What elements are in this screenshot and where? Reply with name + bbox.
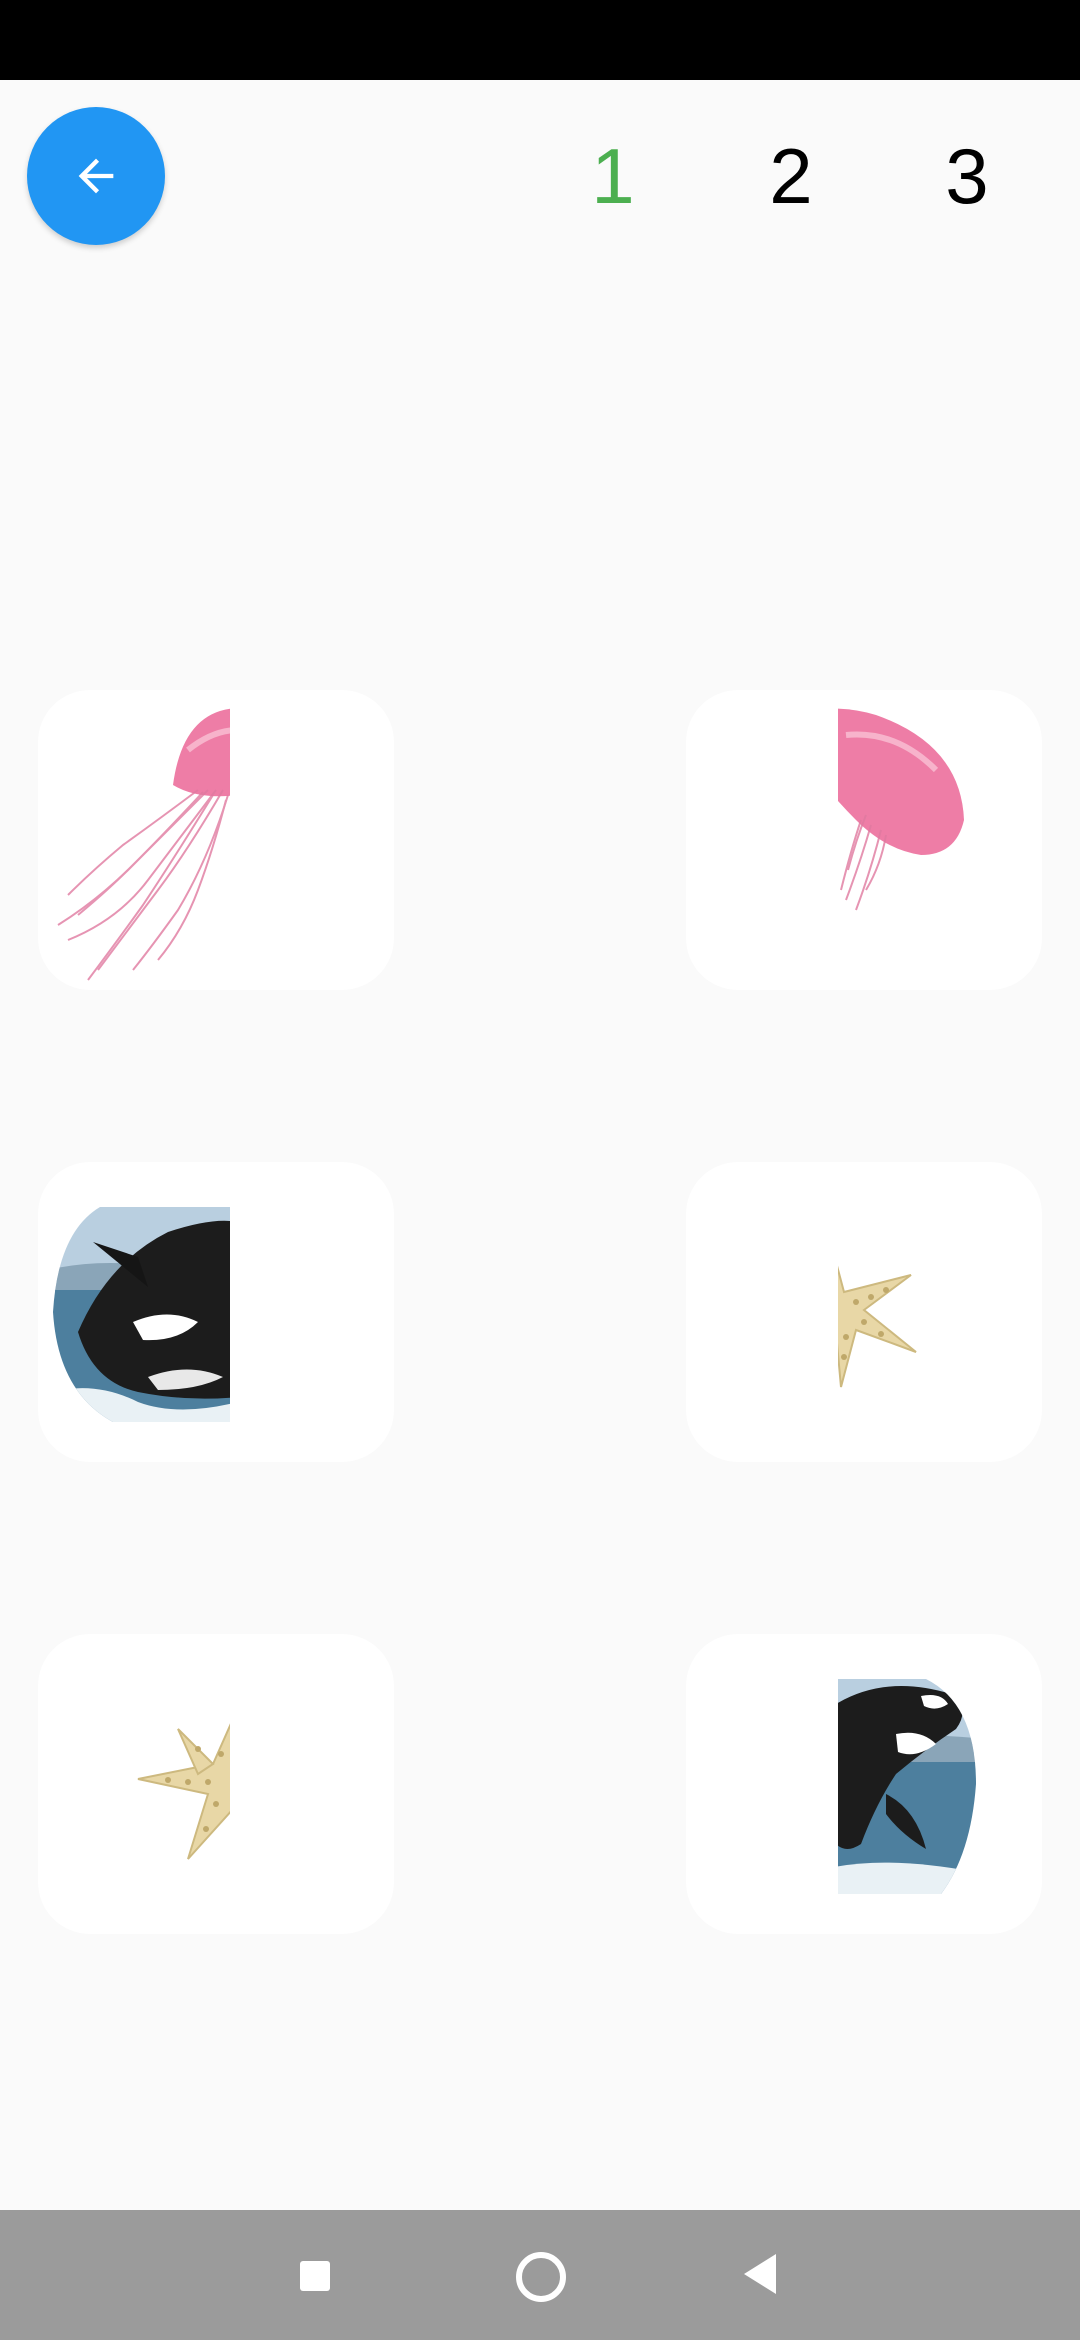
- starfish-left-half-image: [137, 1723, 230, 1860]
- orca-left-half-card[interactable]: [38, 1162, 394, 1462]
- status-bar: [0, 0, 1080, 80]
- back-button[interactable]: [27, 107, 165, 245]
- jellyfish-right-half-card[interactable]: [686, 690, 1042, 990]
- arrow-left-icon: [78, 158, 114, 194]
- starfish-right-half-card[interactable]: [686, 1162, 1042, 1462]
- starfish-right-half-image: [838, 1265, 917, 1388]
- system-nav-bar: [0, 2210, 1080, 2340]
- jellyfish-right-half-image: [838, 708, 964, 911]
- orca-left-half-image: [53, 1207, 230, 1422]
- orca-right-half-card[interactable]: [686, 1634, 1042, 1934]
- starfish-left-half-card[interactable]: [38, 1634, 394, 1934]
- orca-right-half-image: [838, 1679, 976, 1894]
- jellyfish-left-half-card[interactable]: [38, 690, 394, 990]
- level-tab-3[interactable]: 3: [922, 128, 1012, 224]
- home-icon[interactable]: [516, 2252, 566, 2302]
- recent-apps-icon[interactable]: [300, 2261, 330, 2291]
- back-nav-icon[interactable]: [744, 2254, 776, 2294]
- level-tab-2[interactable]: 2: [746, 128, 836, 224]
- level-tab-1[interactable]: 1: [568, 128, 658, 224]
- jellyfish-left-half-image: [57, 708, 230, 981]
